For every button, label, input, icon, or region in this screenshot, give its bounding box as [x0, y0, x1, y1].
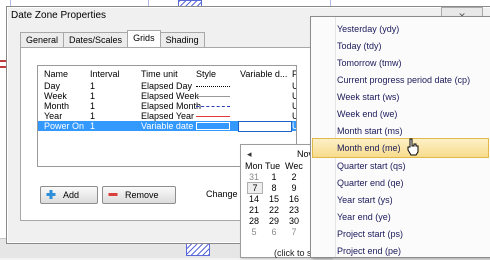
- weekday-label: Tue: [265, 161, 281, 171]
- row-time-unit: Elapsed Month: [141, 101, 202, 111]
- calendar-day[interactable]: 15: [267, 194, 281, 204]
- row-interval: 1: [90, 81, 96, 91]
- table-row[interactable]: Day 1 Elapsed Day Unc: [38, 81, 296, 91]
- tab-grids[interactable]: Grids: [127, 30, 161, 47]
- column-header-time-unit[interactable]: Time unit: [141, 69, 178, 79]
- previous-month-icon[interactable]: ◂: [247, 149, 252, 160]
- menu-item-yesterday[interactable]: Yesterday (ydy): [313, 20, 488, 38]
- row-position: Unc: [292, 101, 296, 111]
- table-row[interactable]: Month 1 Elapsed Month Unc: [38, 101, 296, 111]
- row-time-unit: Elapsed Year: [141, 111, 195, 121]
- table-header: Name Interval Time unit Style Variable d…: [38, 66, 296, 79]
- calendar-day[interactable]: 14: [247, 194, 261, 204]
- row-position: Unc: [292, 81, 296, 91]
- calendar-day[interactable]: 16: [287, 194, 301, 204]
- menu-item-tomorrow[interactable]: Tomorrow (tmw): [313, 54, 488, 72]
- menu-item-week-start[interactable]: Week start (ws): [313, 88, 488, 106]
- row-time-unit: Elapsed Day: [141, 81, 193, 91]
- column-header-interval[interactable]: Interval: [90, 69, 120, 79]
- calendar-day[interactable]: 2: [287, 172, 301, 182]
- row-name: Power On: [44, 121, 85, 131]
- row-interval: 1: [90, 101, 96, 111]
- menu-item-today[interactable]: Today (tdy): [313, 37, 488, 55]
- change-label: Change: [206, 189, 238, 199]
- variable-date-editor[interactable]: [238, 121, 292, 132]
- calendar-day-today[interactable]: 7: [247, 182, 263, 194]
- row-name: Week: [44, 91, 67, 101]
- add-button[interactable]: Add: [40, 186, 98, 204]
- line-style-swatch: [196, 86, 230, 87]
- weekday-label: Mon: [245, 161, 263, 171]
- tab-strip: General Dates/Scales Grids Shading: [20, 30, 205, 48]
- calendar-day[interactable]: 8: [267, 183, 281, 193]
- line-style-swatch: [196, 106, 230, 107]
- row-name: Day: [44, 81, 61, 91]
- weekday-label: Wec: [285, 161, 303, 171]
- calendar-day[interactable]: 9: [287, 183, 301, 193]
- calendar-day[interactable]: 5: [247, 227, 261, 237]
- menu-item-year-end[interactable]: Year end (ye): [313, 208, 488, 226]
- dialog-title: Date Zone Properties: [11, 10, 107, 21]
- menu-item-project-end[interactable]: Project end (pe): [313, 242, 488, 260]
- table-row[interactable]: Week 1 Elapsed Week Unc: [38, 91, 296, 101]
- menu-item-quarter-start[interactable]: Quarter start (qs): [313, 157, 488, 175]
- tab-dates-scales[interactable]: Dates/Scales: [63, 32, 129, 47]
- tab-general[interactable]: General: [20, 32, 65, 47]
- menu-item-month-end[interactable]: Month end (me): [312, 138, 489, 158]
- calendar-day[interactable]: 7: [287, 227, 301, 237]
- calendar-day[interactable]: 22: [267, 205, 281, 215]
- calendar-day[interactable]: 29: [267, 216, 281, 226]
- column-header-name[interactable]: Name: [44, 69, 68, 79]
- menu-item-current-progress[interactable]: Current progress period date (cp): [313, 71, 488, 89]
- line-style-swatch: [196, 96, 230, 97]
- column-header-style[interactable]: Style: [196, 69, 216, 79]
- hand-cursor-icon: [407, 138, 419, 156]
- calendar-day[interactable]: 21: [247, 205, 261, 215]
- calendar-day[interactable]: 30: [287, 216, 301, 226]
- calendar-day[interactable]: 23: [287, 205, 301, 215]
- table-row[interactable]: Year 1 Elapsed Year Unc: [38, 111, 296, 121]
- menu-item-year-start[interactable]: Year start (ys): [313, 191, 488, 209]
- tab-shading[interactable]: Shading: [159, 32, 205, 47]
- menu-item-quarter-end[interactable]: Quarter end (qe): [313, 174, 488, 192]
- calendar-day[interactable]: 6: [267, 227, 281, 237]
- column-header-variable-date[interactable]: Variable d...: [240, 69, 288, 79]
- minus-icon: [108, 193, 118, 196]
- row-position: Unc: [292, 91, 296, 101]
- calendar-day[interactable]: 1: [267, 172, 281, 182]
- row-name: Month: [44, 101, 70, 111]
- table-row-selected[interactable]: Power On 1 Variable date Unc: [38, 121, 296, 132]
- row-interval: 1: [90, 121, 96, 131]
- row-position: Unc: [292, 111, 296, 121]
- row-position: Unc: [292, 121, 296, 131]
- add-button-label: Add: [63, 190, 80, 200]
- remove-button[interactable]: Remove: [102, 186, 176, 204]
- line-style-swatch[interactable]: [196, 122, 230, 130]
- calendar-day[interactable]: 28: [247, 216, 261, 226]
- column-header-position[interactable]: Po: [292, 69, 296, 79]
- row-interval: 1: [90, 91, 96, 101]
- calendar-day[interactable]: 31: [247, 172, 261, 182]
- row-time-unit: Elapsed Week: [141, 91, 199, 101]
- line-style-swatch: [196, 116, 230, 117]
- remove-button-label: Remove: [125, 190, 159, 200]
- menu-item-week-end[interactable]: Week end (we): [313, 105, 488, 123]
- row-name: Year: [44, 111, 63, 121]
- row-time-unit: Variable date: [141, 121, 194, 131]
- row-interval: 1: [90, 111, 96, 121]
- plus-icon: [46, 190, 56, 199]
- relative-date-menu: Yesterday (ydy) Today (tdy) Tomorrow (tm…: [310, 16, 490, 258]
- menu-item-project-start[interactable]: Project start (ps): [313, 225, 488, 243]
